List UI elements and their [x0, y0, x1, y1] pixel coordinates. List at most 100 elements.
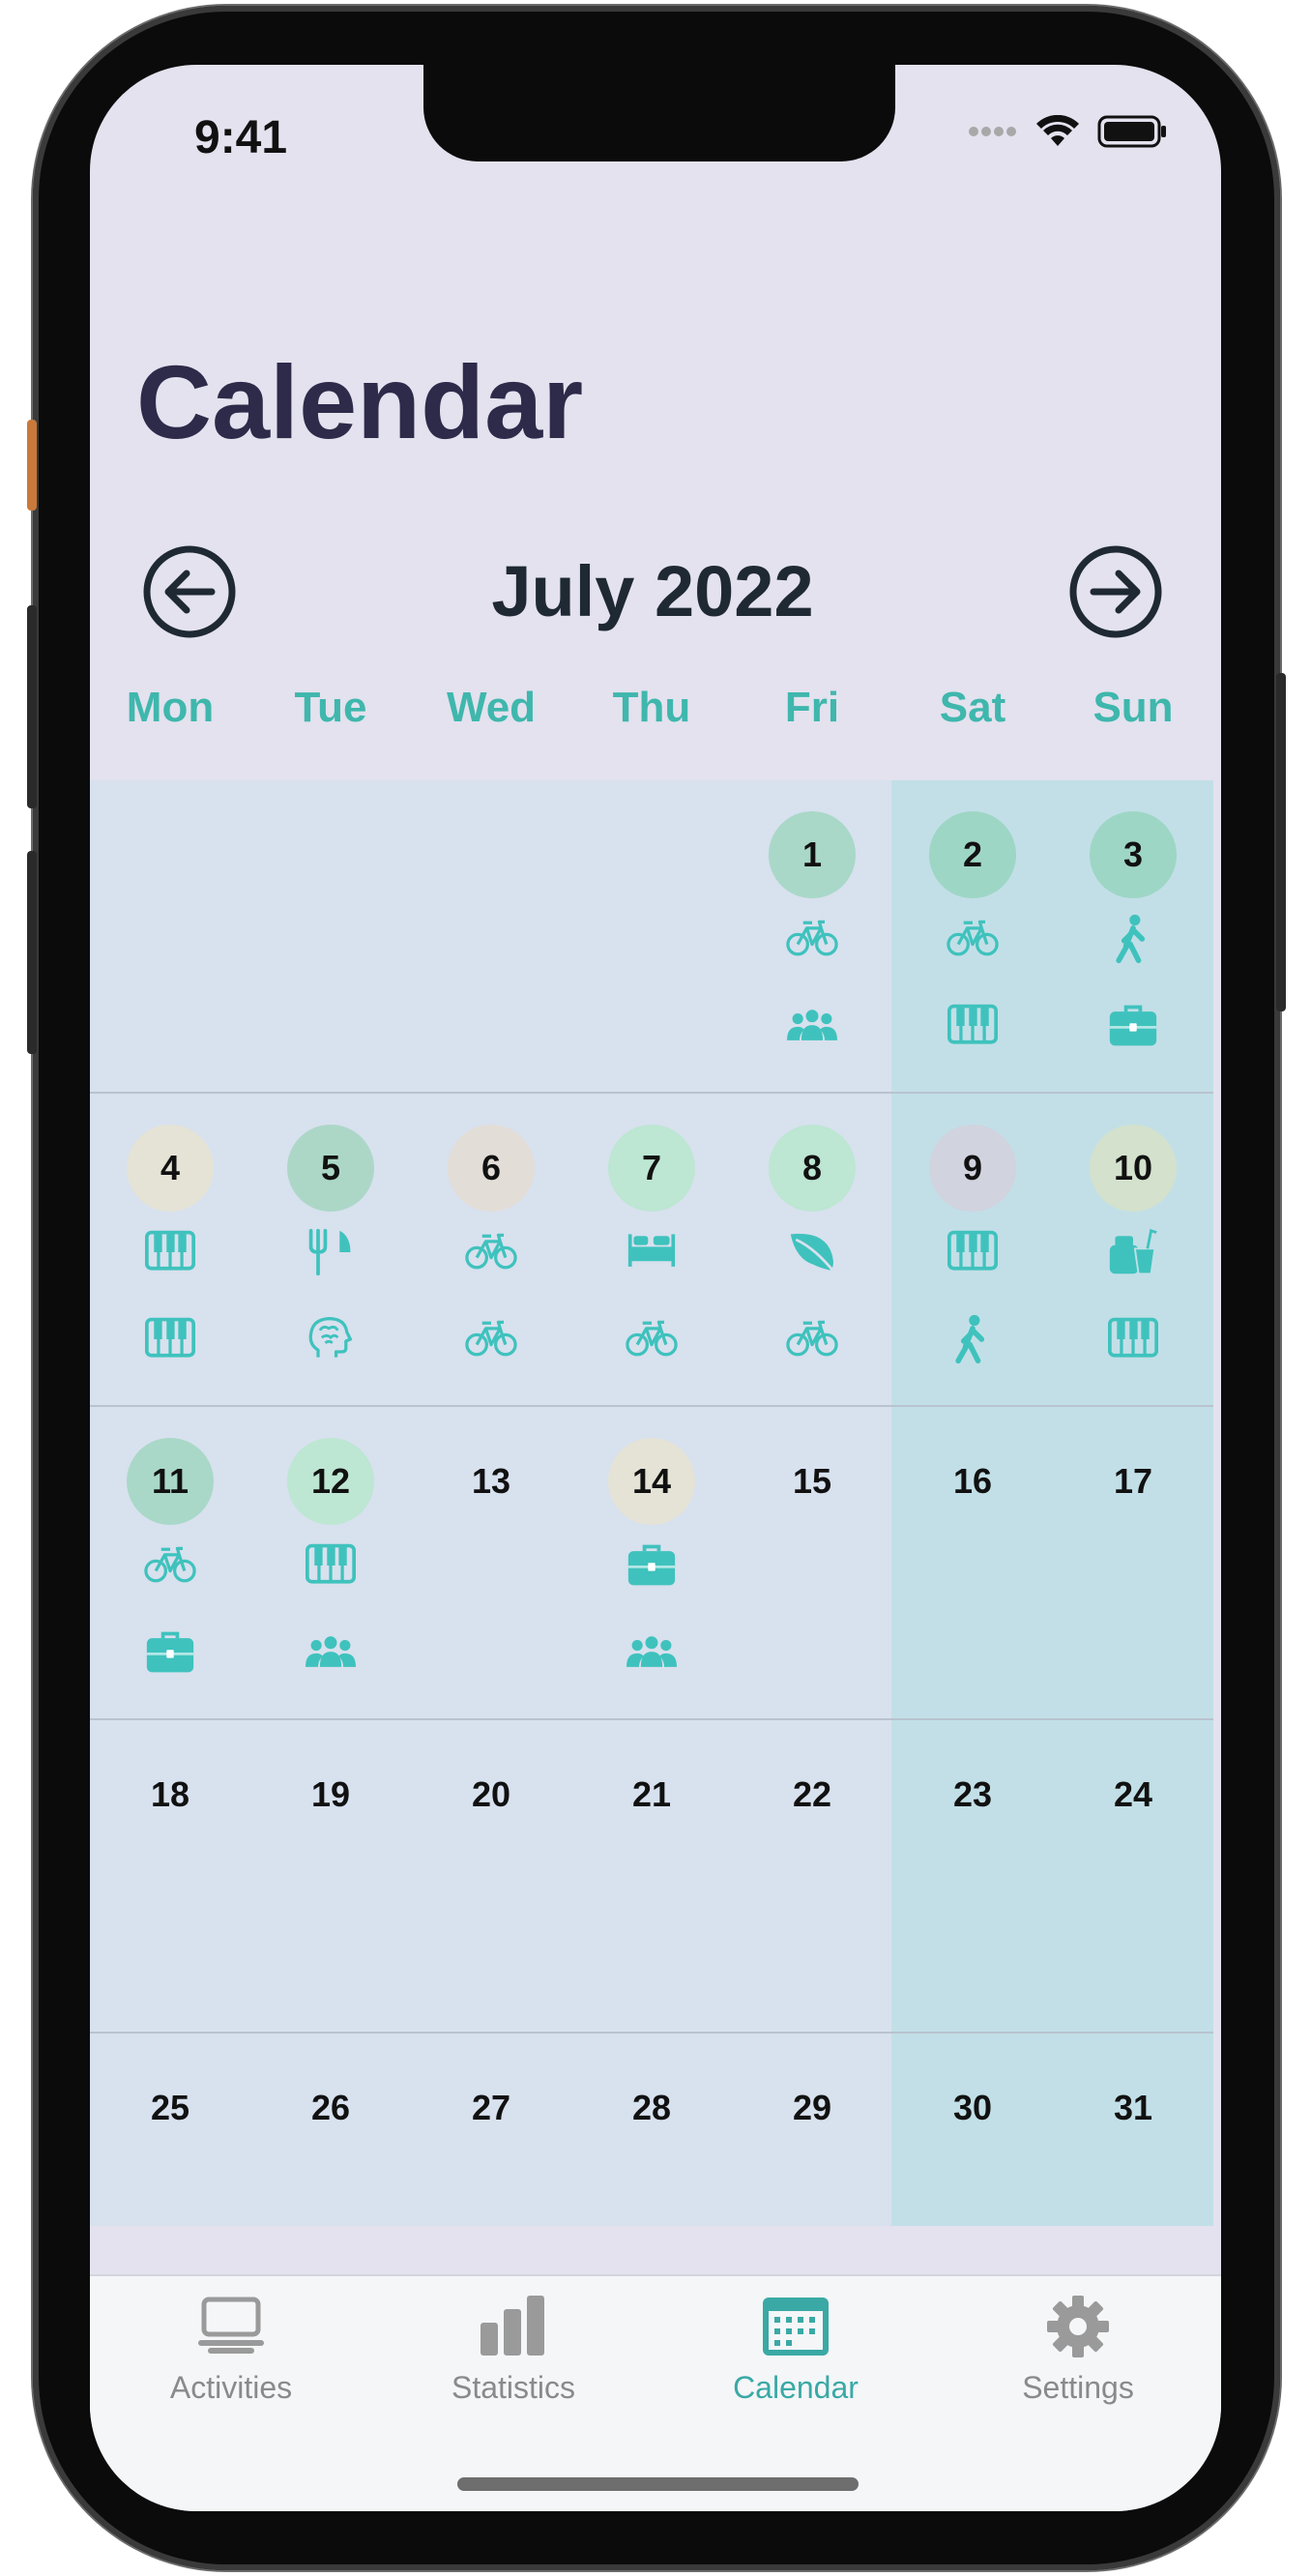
battery-icon	[1097, 115, 1166, 148]
day-cell-10[interactable]: 10	[1053, 1094, 1213, 1407]
activity-slot	[302, 1625, 360, 1680]
tab-icon	[372, 2294, 655, 2364]
day-cell-18[interactable]: 18	[90, 1720, 250, 2034]
tab-settings[interactable]: Settings	[937, 2294, 1219, 2406]
tab-icon	[655, 2294, 937, 2364]
briefcase-icon	[626, 1544, 678, 1588]
day-number: 21	[631, 1774, 672, 1814]
tab-bar: Activities Statistics Calendar Settings	[90, 2274, 1221, 2511]
day-cell-3[interactable]: 3	[1053, 780, 1213, 1094]
day-cell-4[interactable]: 4	[90, 1094, 250, 1407]
notch	[423, 65, 895, 161]
day-cell-9[interactable]: 9	[892, 1094, 1053, 1407]
group-icon	[626, 1636, 677, 1667]
tab-label: Calendar	[733, 2370, 859, 2405]
weekday-header: Mon Tue Wed Thu Fri Sat Sun	[90, 684, 1221, 751]
screen: 9:41 Calendar July 2022 Mon Tue Wed Thu Fri S…	[90, 65, 1221, 2511]
brain-icon	[308, 1317, 353, 1360]
activity-slot	[623, 1538, 681, 1593]
activity-slot	[783, 912, 841, 966]
activity-slot	[462, 1225, 520, 1279]
day-cell-7[interactable]: 7	[571, 1094, 732, 1407]
activity-slot	[623, 1625, 681, 1680]
day-cell-2[interactable]: 2	[892, 780, 1053, 1094]
day-cell-23[interactable]: 23	[892, 1720, 1053, 2034]
day-cell-14[interactable]: 14	[571, 1407, 732, 1720]
walking-icon	[946, 1314, 1000, 1364]
weekday-mon: Mon	[126, 684, 215, 731]
day-cell-13[interactable]: 13	[411, 1407, 571, 1720]
activity-slot	[944, 1312, 1002, 1366]
day-number: 18	[150, 1774, 190, 1814]
day-number: 22	[792, 1774, 832, 1814]
tab-icon	[90, 2294, 372, 2364]
day-cell-21[interactable]: 21	[571, 1720, 732, 2034]
day-number: 20	[471, 1774, 511, 1814]
weekday-sat: Sat	[939, 684, 1006, 731]
home-indicator	[457, 2477, 859, 2491]
bicycle-icon	[465, 1320, 517, 1357]
group-icon	[787, 1010, 837, 1040]
tab-calendar[interactable]: Calendar	[655, 2294, 937, 2406]
wifi-icon	[1036, 115, 1079, 146]
day-cell-1[interactable]: 1	[732, 780, 892, 1094]
day-number: 3	[1090, 811, 1177, 898]
activity-slot	[1104, 1312, 1162, 1366]
bicycle-icon	[947, 920, 999, 956]
day-number: 16	[952, 1461, 993, 1501]
activity-slot	[783, 1225, 841, 1279]
piano-icon	[1108, 1317, 1158, 1358]
day-cell-15[interactable]: 15	[732, 1407, 892, 1720]
day-cell-22[interactable]: 22	[732, 1720, 892, 2034]
day-cell-6[interactable]: 6	[411, 1094, 571, 1407]
day-cell-16[interactable]: 16	[892, 1407, 1053, 1720]
next-month-button[interactable]	[1063, 539, 1169, 645]
piano-icon	[145, 1317, 195, 1358]
activity-slot	[1104, 912, 1162, 966]
day-cell-8[interactable]: 8	[732, 1094, 892, 1407]
day-cell-5[interactable]: 5	[250, 1094, 411, 1407]
piano-icon	[306, 1543, 356, 1584]
day-number: 6	[448, 1125, 535, 1212]
volume-down-button	[27, 851, 37, 1054]
day-number: 8	[769, 1125, 856, 1212]
briefcase-icon	[145, 1631, 195, 1675]
activity-slot	[944, 1225, 1002, 1279]
day-number: 14	[608, 1438, 695, 1525]
food-drink-icon	[1108, 1229, 1158, 1275]
power-button	[1276, 673, 1286, 1011]
weekday-sun: Sun	[1092, 684, 1174, 731]
day-number: 29	[792, 2088, 832, 2127]
day-number: 4	[127, 1125, 214, 1212]
tab-activities[interactable]: Activities	[90, 2294, 372, 2406]
fork-knife-icon	[308, 1228, 353, 1276]
group-icon	[306, 1636, 356, 1667]
bicycle-icon	[626, 1320, 678, 1357]
day-cell-24[interactable]: 24	[1053, 1720, 1213, 2034]
day-number: 12	[287, 1438, 374, 1525]
weekday-fri: Fri	[784, 684, 840, 731]
activity-slot	[302, 1538, 360, 1593]
bar-chart-icon	[481, 2296, 544, 2356]
day-cell-11[interactable]: 11	[90, 1407, 250, 1720]
gear-icon	[1047, 2296, 1109, 2357]
day-cell-17[interactable]: 17	[1053, 1407, 1213, 1720]
action-button	[27, 420, 37, 511]
month-navigation: July 2022	[136, 539, 1169, 645]
day-number: 17	[1113, 1461, 1153, 1501]
day-cell-20[interactable]: 20	[411, 1720, 571, 2034]
tab-statistics[interactable]: Statistics	[372, 2294, 655, 2406]
day-number: 5	[287, 1125, 374, 1212]
day-number: 15	[792, 1461, 832, 1501]
month-title: July 2022	[491, 551, 814, 631]
piano-icon	[947, 1004, 998, 1044]
day-cell-12[interactable]: 12	[250, 1407, 411, 1720]
day-number: 26	[310, 2088, 351, 2127]
activity-slot	[623, 1225, 681, 1279]
day-cell-19[interactable]: 19	[250, 1720, 411, 2034]
day-number: 28	[631, 2088, 672, 2127]
bicycle-icon	[465, 1233, 517, 1270]
status-time: 9:41	[194, 112, 288, 163]
tab-label: Activities	[169, 2370, 293, 2405]
activities-icon	[194, 2294, 268, 2359]
